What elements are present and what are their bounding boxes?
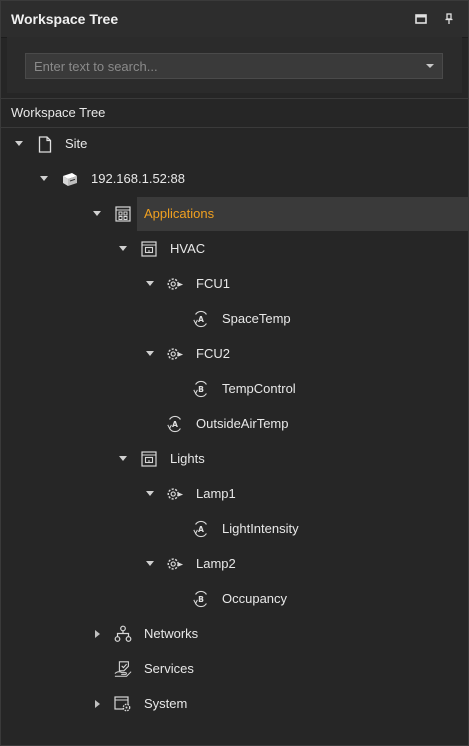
services-icon [114,660,132,678]
container-icon [140,240,158,258]
tree-item-applications[interactable]: Applications [1,197,468,231]
tree-item-lights[interactable]: Lights [1,442,468,476]
expanded-arrow-icon[interactable] [118,454,128,464]
container-icon [140,450,158,468]
binary-point-icon: B [192,380,210,398]
analog-point-icon: A [166,415,184,433]
expanded-arrow-icon[interactable] [14,139,24,149]
tree-item-lamp1[interactable]: Lamp1 [1,477,468,511]
tree-item-services[interactable]: Services [1,652,468,686]
tree-item-label: SpaceTemp [222,311,291,326]
expanded-arrow-icon[interactable] [145,349,155,359]
svg-text:B: B [198,385,204,394]
search-dropdown-button[interactable] [422,59,438,73]
section-header: Workspace Tree [1,98,468,128]
device-gear-icon [166,345,184,363]
search-box [25,53,443,79]
expanded-arrow-icon[interactable] [39,174,49,184]
search-area [7,37,462,93]
expanded-arrow-icon[interactable] [145,279,155,289]
workspace-tree-panel: Workspace Tree Workspace Tree Site [0,0,469,746]
tree-item-label: FCU1 [196,276,230,291]
tree-item-label: LightIntensity [222,521,299,536]
document-icon [36,135,54,153]
pin-icon[interactable] [441,11,457,27]
collapsed-arrow-icon[interactable] [93,699,103,709]
svg-text:A: A [172,420,178,429]
expanded-arrow-icon[interactable] [145,489,155,499]
search-input[interactable] [26,54,421,78]
tree-item-label: Site [65,136,88,151]
tree-item-lamp2[interactable]: Lamp2 [1,547,468,581]
tree-item-label: Services [144,661,194,676]
device-gear-icon [166,485,184,503]
system-window-gear-icon [114,695,132,713]
analog-point-icon: A [192,310,210,328]
tree-item-label: OutsideAirTemp [196,416,289,431]
tree-item-networks[interactable]: Networks [1,617,468,651]
tree-item-tempcontrol[interactable]: B TempControl [1,372,468,406]
tree-item-label: HVAC [170,241,206,256]
device-gear-icon [166,555,184,573]
tree-item-lightintensity[interactable]: A LightIntensity [1,512,468,546]
tree-item-spacetemp[interactable]: A SpaceTemp [1,302,468,336]
tree-item-label: FCU2 [196,346,230,361]
tree-item-system[interactable]: System [1,687,468,721]
tree-item-fcu1[interactable]: FCU1 [1,267,468,301]
expanded-arrow-icon[interactable] [118,244,128,254]
collapsed-arrow-icon[interactable] [93,629,103,639]
applications-icon [114,205,132,223]
tree-item-fcu2[interactable]: FCU2 [1,337,468,371]
panel-titlebar: Workspace Tree [1,1,468,38]
tree-item-server[interactable]: 192.168.1.52:88 [1,162,468,196]
tree-item-site[interactable]: Site [1,127,468,161]
tree-item-label: Networks [144,626,199,641]
expanded-arrow-icon[interactable] [145,559,155,569]
tree-item-hvac[interactable]: HVAC [1,232,468,266]
tree-item-label: Occupancy [222,591,288,606]
tree-item-label: 192.168.1.52:88 [91,171,185,186]
tree-item-outsideairtemp[interactable]: A OutsideAirTemp [1,407,468,441]
binary-point-icon: B [192,590,210,608]
tree-item-label: Lights [170,451,205,466]
svg-text:B: B [198,595,204,604]
section-header-label: Workspace Tree [11,105,106,120]
expanded-arrow-icon[interactable] [92,209,102,219]
tree-item-occupancy[interactable]: B Occupancy [1,582,468,616]
tree-item-label: Applications [144,206,215,221]
device-gear-icon [166,275,184,293]
tree-item-label: System [144,696,188,711]
workspace-tree: Site 192.168.1.52:88 Applications HVAC F… [1,127,468,745]
tree-item-label: Lamp2 [196,556,236,571]
analog-point-icon: A [192,520,210,538]
tree-item-label: TempControl [222,381,296,396]
panel-title: Workspace Tree [11,11,119,27]
server-icon [61,170,79,188]
chevron-down-icon [426,64,434,68]
svg-text:A: A [198,315,204,324]
network-icon [114,625,132,643]
restore-icon[interactable] [413,11,429,27]
tree-item-label: Lamp1 [196,486,236,501]
svg-text:A: A [198,525,204,534]
